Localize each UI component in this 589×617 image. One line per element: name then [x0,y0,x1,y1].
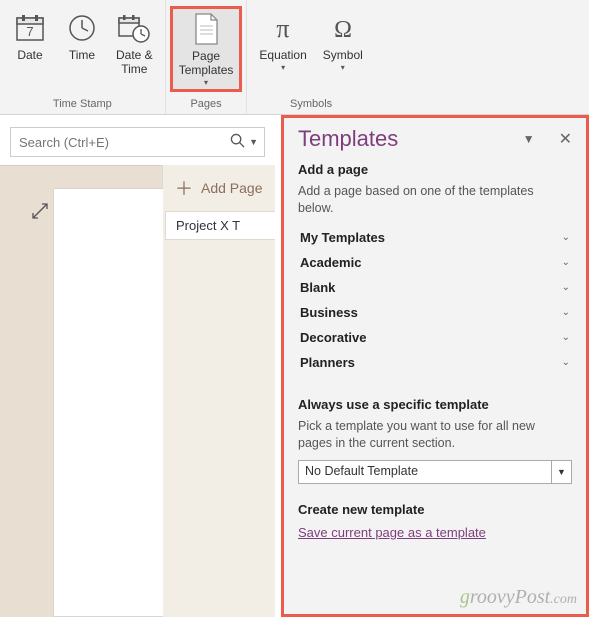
chevron-down-icon: ⌄ [562,307,570,318]
time-label: Time [69,48,95,62]
plus-icon: ＋ [175,175,193,201]
template-category-label: Decorative [300,330,562,345]
page-tab-label: Project X T [176,218,240,233]
svg-text:7: 7 [26,24,33,39]
chevron-down-icon: ▾ [341,63,345,72]
create-template-heading: Create new template [298,502,572,517]
always-use-description: Pick a template you want to use for all … [298,418,572,452]
group-label-symbols: Symbols [290,96,332,114]
equation-label: Equation [259,48,306,62]
page-icon [188,11,224,47]
datetime-label: Date & Time [116,48,153,76]
template-category-row[interactable]: Decorative⌄ [298,325,572,350]
ribbon-group-symbols: π Equation ▾ Ω Symbol ▾ Symbols [247,0,374,114]
template-category-label: My Templates [300,230,562,245]
panel-title: Templates [298,126,507,152]
ribbon-group-pages: Page Templates ▾ Pages [166,0,248,114]
template-category-row[interactable]: Planners⌄ [298,350,572,375]
template-category-row[interactable]: Business⌄ [298,300,572,325]
panel-options-button[interactable]: ▼ [523,132,535,146]
svg-text:Ω: Ω [334,17,352,43]
template-category-row[interactable]: Blank⌄ [298,275,572,300]
page-surface[interactable] [53,188,163,617]
ribbon-toolbar: 7 Date Time Date & Time Time Stamp [0,0,589,115]
dropdown-value: No Default Template [299,461,551,483]
ribbon-group-timestamp: 7 Date Time Date & Time Time Stamp [0,0,166,114]
clock-icon [64,10,100,46]
date-label: Date [17,48,42,62]
datetime-button[interactable]: Date & Time [108,6,161,80]
template-category-label: Blank [300,280,562,295]
add-page-description: Add a page based on one of the templates… [298,183,572,217]
equation-button[interactable]: π Equation ▾ [251,6,314,76]
omega-icon: Ω [325,10,361,46]
default-template-dropdown[interactable]: No Default Template ▼ [298,460,572,484]
add-page-label: Add Page [201,180,263,196]
symbol-button[interactable]: Ω Symbol ▾ [315,6,371,76]
template-category-label: Academic [300,255,562,270]
chevron-down-icon: ⌄ [562,332,570,343]
calendar-date-icon: 7 [12,10,48,46]
template-category-row[interactable]: Academic⌄ [298,250,572,275]
page-templates-button[interactable]: Page Templates ▾ [170,6,243,92]
search-box[interactable]: ▼ [10,127,265,157]
save-as-template-link[interactable]: Save current page as a template [298,525,486,540]
page-templates-label: Page Templates [179,49,234,77]
search-scope-dropdown[interactable]: ▼ [249,137,258,147]
template-category-row[interactable]: My Templates⌄ [298,225,572,250]
chevron-down-icon: ⌄ [562,257,570,268]
chevron-down-icon[interactable]: ▼ [551,461,571,483]
group-label-timestamp: Time Stamp [53,96,112,114]
panel-header: Templates ▼ ✕ [298,126,572,152]
add-page-button[interactable]: ＋ Add Page [163,165,275,211]
svg-text:π: π [277,14,290,43]
add-page-heading: Add a page [298,162,572,177]
page-list: ＋ Add Page Project X T [162,165,275,617]
pi-icon: π [265,10,301,46]
chevron-down-icon: ▾ [281,63,285,72]
time-button[interactable]: Time [56,6,108,66]
date-button[interactable]: 7 Date [4,6,56,66]
search-icon[interactable] [230,133,245,151]
chevron-down-icon: ⌄ [562,232,570,243]
content-area: ▼ ＋ Add Page Project X T Templat [0,115,589,617]
group-label-pages: Pages [190,96,221,114]
page-area: ＋ Add Page Project X T [0,165,275,617]
symbol-label: Symbol [323,48,363,62]
page-canvas [0,165,162,617]
search-input[interactable] [17,134,230,151]
calendar-clock-icon [116,10,152,46]
chevron-down-icon: ⌄ [562,282,570,293]
templates-panel: Templates ▼ ✕ Add a page Add a page base… [281,115,589,617]
close-icon[interactable]: ✕ [559,129,572,149]
expand-icon[interactable] [30,201,50,226]
template-category-label: Business [300,305,562,320]
left-column: ▼ ＋ Add Page Project X T [0,115,275,617]
always-use-heading: Always use a specific template [298,397,572,412]
page-tab[interactable]: Project X T [165,211,275,240]
template-category-label: Planners [300,355,562,370]
chevron-down-icon: ▾ [204,78,208,87]
chevron-down-icon: ⌄ [562,357,570,368]
